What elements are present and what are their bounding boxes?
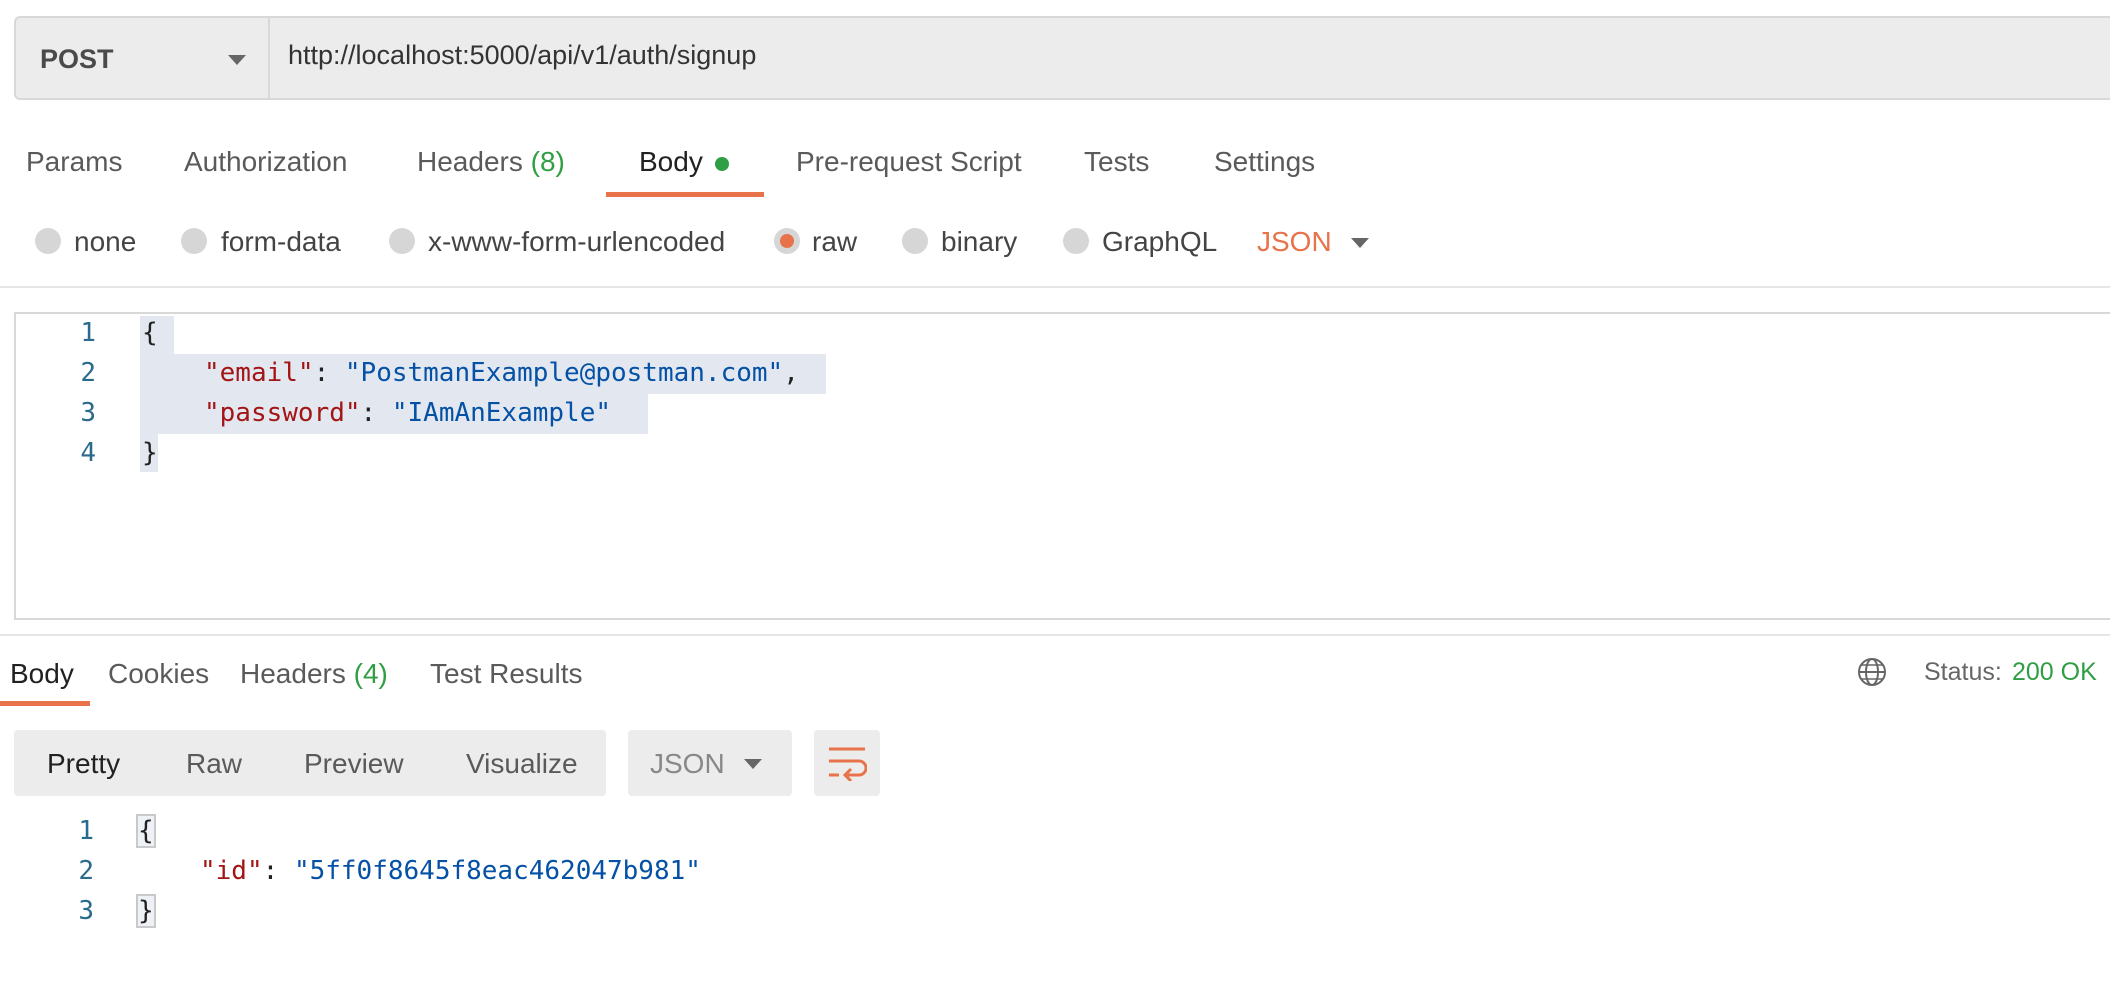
- tab-pre-request-script[interactable]: Pre-request Script: [796, 146, 1022, 178]
- json-string: "IAmAnExample": [391, 398, 612, 428]
- response-body-viewer[interactable]: 1 2 3 { "id": "5ff0f8645f8eac462047b981"…: [0, 812, 2110, 962]
- active-tab-indicator: [606, 192, 764, 197]
- line-number: 1: [78, 816, 94, 846]
- request-url-bar: POST http://localhost:5000/api/v1/auth/s…: [14, 16, 2110, 100]
- json-key: "email": [204, 358, 314, 388]
- response-headers-count: (4): [353, 658, 388, 689]
- radio-form-data-label[interactable]: form-data: [221, 226, 341, 258]
- json-string: "PostmanExample@postman.com": [344, 358, 784, 388]
- divider: [0, 634, 2110, 636]
- response-tab-cookies[interactable]: Cookies: [108, 658, 209, 690]
- tab-settings[interactable]: Settings: [1214, 146, 1315, 178]
- json-line-id: "id": "5ff0f8645f8eac462047b981": [200, 856, 701, 886]
- response-format-label: JSON: [650, 748, 725, 779]
- chevron-down-icon: [228, 55, 246, 65]
- method-dropdown[interactable]: POST: [16, 18, 270, 98]
- response-tab-test-results[interactable]: Test Results: [430, 658, 583, 690]
- chevron-down-icon[interactable]: [1351, 238, 1369, 248]
- tab-tests[interactable]: Tests: [1084, 146, 1149, 178]
- json-line-password: "password": "IAmAnExample": [204, 398, 612, 428]
- response-tab-body[interactable]: Body: [10, 658, 74, 690]
- radio-form-data[interactable]: [181, 228, 207, 254]
- view-visualize-button[interactable]: Visualize: [466, 748, 578, 780]
- tab-authorization[interactable]: Authorization: [184, 146, 347, 178]
- response-view-toggle: Pretty Raw Preview Visualize: [14, 730, 606, 796]
- json-key: "password": [204, 398, 361, 428]
- wrap-lines-button[interactable]: [814, 730, 880, 796]
- radio-graphql-label[interactable]: GraphQL: [1102, 226, 1217, 258]
- view-raw-button[interactable]: Raw: [186, 748, 242, 780]
- tab-headers[interactable]: Headers (8): [417, 146, 565, 178]
- wrap-lines-icon: [829, 747, 867, 781]
- json-key: "id": [200, 856, 263, 886]
- tab-body[interactable]: Body: [639, 146, 703, 178]
- response-tab-headers-label: Headers: [240, 658, 346, 689]
- line-number: 3: [78, 896, 94, 926]
- radio-binary[interactable]: [902, 228, 928, 254]
- radio-urlencoded[interactable]: [389, 228, 415, 254]
- radio-urlencoded-label[interactable]: x-www-form-urlencoded: [428, 226, 725, 258]
- view-pretty-button[interactable]: Pretty: [47, 748, 120, 780]
- status-value: 200 OK: [2012, 658, 2097, 686]
- line-number: 3: [80, 398, 96, 428]
- radio-none-label[interactable]: none: [74, 226, 136, 258]
- tab-headers-label: Headers: [417, 146, 523, 177]
- line-number: 2: [78, 856, 94, 886]
- url-input[interactable]: http://localhost:5000/api/v1/auth/signup: [288, 40, 756, 71]
- radio-binary-label[interactable]: binary: [941, 226, 1017, 258]
- radio-raw[interactable]: [774, 228, 800, 254]
- body-modified-dot: [715, 157, 729, 171]
- request-body-editor[interactable]: 1 2 3 4 { "email": "PostmanExample@postm…: [14, 312, 2110, 620]
- globe-icon[interactable]: [1856, 656, 1888, 688]
- line-number: 4: [80, 438, 96, 468]
- radio-raw-label[interactable]: raw: [812, 226, 857, 258]
- response-format-dropdown[interactable]: JSON: [628, 730, 792, 796]
- radio-graphql[interactable]: [1063, 228, 1089, 254]
- line-number: 2: [80, 358, 96, 388]
- json-line-email: "email": "PostmanExample@postman.com",: [204, 358, 799, 388]
- headers-count: (8): [530, 146, 565, 177]
- json-string: "5ff0f8645f8eac462047b981": [293, 856, 701, 886]
- json-open-brace: {: [142, 318, 158, 348]
- divider: [0, 286, 2110, 288]
- status-label: Status:: [1924, 658, 2002, 686]
- json-open-brace: {: [136, 814, 156, 848]
- json-close-brace: }: [136, 894, 156, 928]
- view-preview-button[interactable]: Preview: [304, 748, 404, 780]
- active-tab-indicator: [0, 701, 90, 706]
- line-number: 1: [80, 318, 96, 348]
- tab-params[interactable]: Params: [26, 146, 122, 178]
- body-format-dropdown[interactable]: JSON: [1257, 226, 1332, 258]
- response-tab-headers[interactable]: Headers (4): [240, 658, 388, 690]
- radio-none[interactable]: [35, 228, 61, 254]
- method-label: POST: [40, 44, 114, 74]
- chevron-down-icon: [744, 759, 762, 769]
- json-close-brace: }: [142, 438, 158, 468]
